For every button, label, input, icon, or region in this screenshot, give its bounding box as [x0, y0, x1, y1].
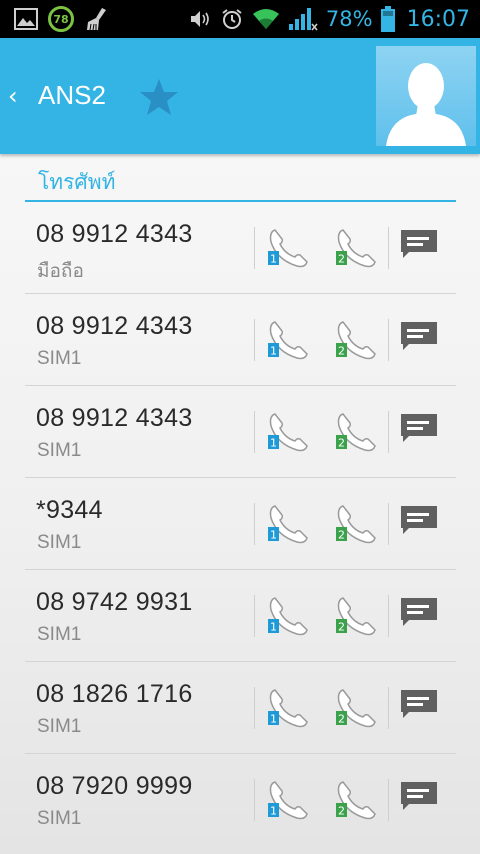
phone-row[interactable]: *9344 SIM1 1 2 [25, 478, 456, 570]
svg-text:2: 2 [338, 437, 345, 450]
call-sim2-button[interactable]: 2 [331, 684, 379, 732]
svg-text:1: 1 [270, 437, 277, 450]
divider [388, 503, 389, 545]
call-sim2-button[interactable]: 2 [331, 224, 379, 272]
phone-row[interactable]: 08 9912 4343 SIM1 1 2 [25, 386, 456, 478]
status-bar: 78 78% 16:07 [0, 0, 480, 38]
message-icon[interactable] [401, 230, 437, 258]
phone-number: 08 9912 4343 [36, 312, 193, 340]
divider [388, 595, 389, 637]
divider [388, 227, 389, 269]
phone-row[interactable]: 08 9742 9931 SIM1 1 2 [25, 570, 456, 662]
call-sim1-button[interactable]: 1 [263, 592, 311, 640]
phone-number: 08 7920 9999 [36, 772, 193, 800]
message-icon[interactable] [401, 414, 437, 442]
phone-number: 08 9912 4343 [36, 404, 193, 432]
phone-number: 08 1826 1716 [36, 680, 193, 708]
star-icon[interactable] [138, 76, 180, 118]
alarm-icon [220, 7, 244, 31]
phone-number: *9344 [36, 496, 103, 524]
clock: 16:07 [406, 6, 470, 32]
call-sim2-button[interactable]: 2 [331, 316, 379, 364]
back-icon[interactable]: ‹ [8, 82, 24, 110]
svg-text:2: 2 [338, 529, 345, 542]
divider [388, 411, 389, 453]
divider [254, 595, 255, 637]
signal-icon [288, 6, 318, 32]
phone-row[interactable]: 08 9912 4343 SIM1 1 2 [25, 294, 456, 386]
call-sim2-button[interactable]: 2 [331, 408, 379, 456]
avatar[interactable] [376, 46, 476, 146]
message-icon[interactable] [401, 690, 437, 718]
svg-text:2: 2 [338, 805, 345, 818]
divider [388, 319, 389, 361]
svg-text:1: 1 [270, 345, 277, 358]
phone-label: SIM1 [37, 440, 82, 461]
contact-name: ANS2 [38, 80, 106, 110]
svg-text:2: 2 [338, 253, 345, 266]
vibrate-icon [188, 7, 212, 31]
phone-row[interactable]: 08 7920 9999 SIM1 1 2 [25, 754, 456, 846]
svg-text:1: 1 [270, 713, 277, 726]
image-icon [14, 8, 38, 30]
svg-text:2: 2 [338, 713, 345, 726]
svg-text:1: 1 [270, 805, 277, 818]
divider [254, 319, 255, 361]
divider [254, 227, 255, 269]
phone-row[interactable]: 08 1826 1716 SIM1 1 2 [25, 662, 456, 754]
divider [254, 411, 255, 453]
divider [254, 503, 255, 545]
call-sim2-button[interactable]: 2 [331, 500, 379, 548]
cleaner-icon [84, 6, 110, 32]
divider [388, 779, 389, 821]
battery-icon [380, 6, 395, 32]
message-icon[interactable] [401, 598, 437, 626]
call-sim2-button[interactable]: 2 [331, 592, 379, 640]
phone-number: 08 9912 4343 [36, 220, 193, 248]
phone-label: SIM1 [37, 532, 82, 553]
call-sim1-button[interactable]: 1 [263, 776, 311, 824]
divider [388, 687, 389, 729]
svg-text:2: 2 [338, 621, 345, 634]
status-badge: 78 [48, 6, 74, 32]
svg-text:1: 1 [270, 621, 277, 634]
message-icon[interactable] [401, 322, 437, 350]
divider [254, 687, 255, 729]
call-sim1-button[interactable]: 1 [263, 316, 311, 364]
divider [254, 779, 255, 821]
call-sim2-button[interactable]: 2 [331, 776, 379, 824]
call-sim1-button[interactable]: 1 [263, 408, 311, 456]
phone-label: SIM1 [37, 624, 82, 645]
wifi-icon [252, 8, 280, 30]
phone-label: SIM1 [37, 808, 82, 829]
svg-text:1: 1 [270, 529, 277, 542]
call-sim1-button[interactable]: 1 [263, 224, 311, 272]
svg-text:1: 1 [270, 253, 277, 266]
phone-row[interactable]: 08 9912 4343 มือถือ 1 2 [25, 202, 456, 294]
battery-percent: 78% [325, 7, 373, 31]
call-sim1-button[interactable]: 1 [263, 500, 311, 548]
phone-label: มือถือ [37, 261, 84, 282]
phone-label: SIM1 [37, 716, 82, 737]
contact-header: ‹ ANS2 [0, 38, 480, 154]
message-icon[interactable] [401, 506, 437, 534]
call-sim1-button[interactable]: 1 [263, 684, 311, 732]
section-title: โทรศัพท์ [38, 170, 116, 194]
phone-label: SIM1 [37, 348, 82, 369]
message-icon[interactable] [401, 782, 437, 810]
phone-list: 08 9912 4343 มือถือ 1 2 08 9912 4343 SIM… [25, 202, 456, 846]
svg-text:2: 2 [338, 345, 345, 358]
phone-number: 08 9742 9931 [36, 588, 193, 616]
